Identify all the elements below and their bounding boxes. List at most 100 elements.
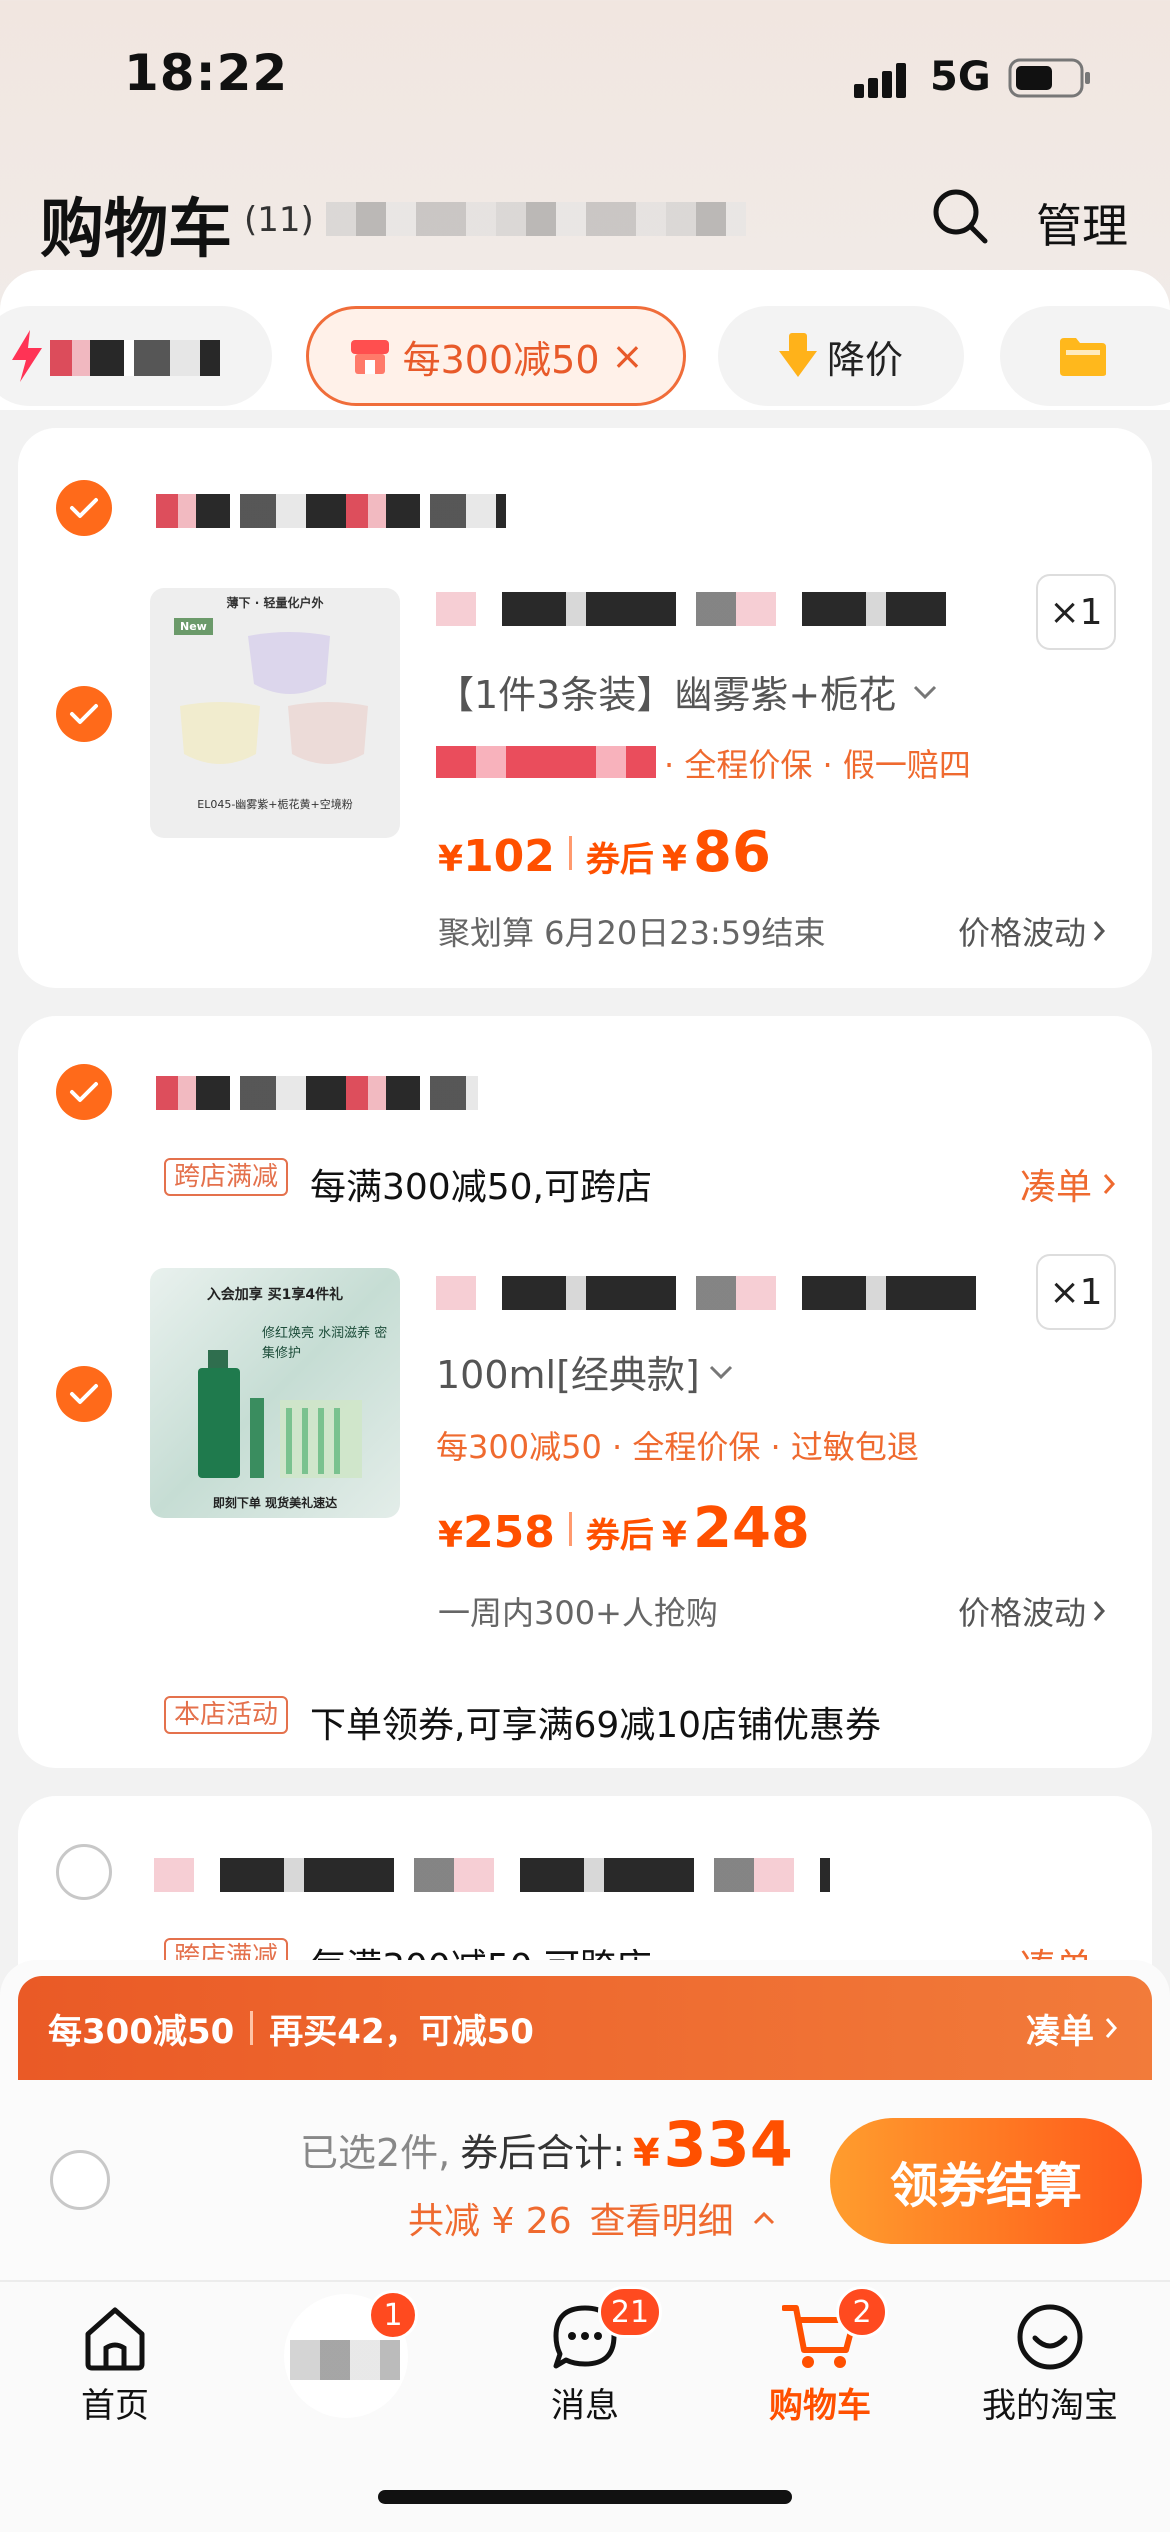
product-thumb-1[interactable]: 薄下 · 轻量化户外 New EL045-幽雾紫+栀花黄+空境粉 <box>150 588 400 838</box>
signal-icon <box>854 60 914 100</box>
store-checkbox-2[interactable] <box>56 1064 112 1120</box>
quantity-badge-1[interactable]: ×1 <box>1036 574 1116 650</box>
tab-recommend[interactable]: 1 <box>284 2290 418 2420</box>
tab-my-taobao-label: 我的淘宝 <box>982 2386 1118 2426</box>
tab-home-label: 首页 <box>81 2386 149 2426</box>
quantity-badge-2[interactable]: ×1 <box>1036 1254 1116 1330</box>
tab-home[interactable]: 首页 <box>60 2296 170 2426</box>
price-value: 258 <box>463 1507 555 1558</box>
promo-chip-close-icon[interactable]: × <box>612 334 644 378</box>
search-icon[interactable] <box>930 186 990 246</box>
product-title-redacted-2 <box>436 1276 982 1310</box>
promo-bar-action-label: 凑单 <box>1026 2011 1094 2052</box>
price-currency: ¥ <box>438 1515 464 1556</box>
battery-icon <box>1008 58 1092 98</box>
price-value: 102 <box>463 831 555 882</box>
selected-count: 已选2件, <box>300 2131 451 2175</box>
price-trend-link-2[interactable]: 价格波动 <box>958 1588 1106 1634</box>
filter-chip-folder[interactable] <box>1000 306 1170 406</box>
chevron-right-icon <box>1103 1174 1116 1194</box>
product-title-redacted-1 <box>436 592 946 626</box>
chevron-down-icon <box>914 685 937 699</box>
item-checkbox-2[interactable] <box>56 1366 112 1422</box>
store-name-redacted-2 <box>156 1076 478 1110</box>
discount-detail-link[interactable]: 共减 ¥ 26 查看明细 <box>408 2192 776 2244</box>
home-indicator <box>378 2490 792 2504</box>
product-image-1 <box>180 632 368 764</box>
store-name-redacted-3 <box>154 1858 830 1892</box>
coupon-price: 86 <box>692 820 771 885</box>
product-thumb-2[interactable]: 入会加享 买1享4件礼 修红焕亮 水润滋养 密集修护 即刻下单 现货美礼速达 <box>150 1268 400 1518</box>
chevron-right-icon <box>1105 2018 1118 2038</box>
total-amount: 334 <box>663 2108 793 2181</box>
view-detail-label: 查看明细 <box>589 2201 734 2242</box>
tab-my-taobao[interactable]: 我的淘宝 <box>970 2296 1130 2426</box>
variant-selector-2[interactable]: 100ml[经典款] <box>436 1344 734 1399</box>
checkmark-icon <box>70 498 98 518</box>
coupon-price: 248 <box>692 1496 810 1561</box>
tab-messages-badge: 21 <box>598 2286 662 2338</box>
add-on-label: 凑单 <box>1020 1167 1093 1208</box>
cart-card-2: 跨店满减 每满300减50,可跨店 凑单 入会加享 买1享4件礼 修红焕亮 水润… <box>18 1016 1152 1768</box>
thumb-caption-2: 即刻下单 现货美礼速达 <box>212 1496 338 1510</box>
manage-button[interactable]: 管理 <box>1036 190 1128 256</box>
network-label: 5G <box>930 54 991 100</box>
promo-text-2: 每满300减50,可跨店 <box>310 1167 652 1208</box>
filter-chip-promo[interactable]: 每300减50 × <box>306 306 686 406</box>
add-on-link-2[interactable]: 凑单 <box>1020 1158 1116 1210</box>
checkmark-icon <box>70 1384 98 1404</box>
tab-messages-label: 消息 <box>551 2386 619 2426</box>
status-time: 18:22 <box>124 44 289 102</box>
select-all-checkbox[interactable] <box>50 2150 110 2210</box>
smile-face-icon <box>1017 2304 1083 2370</box>
chevron-right-icon <box>1093 921 1106 941</box>
cart-count: (11) <box>244 200 314 240</box>
filter-chip-price-drop[interactable]: 降价 <box>718 306 964 406</box>
promo-bar-rule: 每300减50 <box>48 2011 235 2052</box>
arrow-down-icon <box>778 333 817 377</box>
checkout-button[interactable]: 领券结算 <box>830 2118 1142 2244</box>
store-checkbox-1[interactable] <box>56 480 112 536</box>
store-name-redacted <box>156 494 506 528</box>
store-activity-tag: 本店活动 <box>164 1696 289 1734</box>
thumb-top-text-2: 入会加享 买1享4件礼 <box>206 1287 344 1303</box>
home-icon <box>85 2307 145 2371</box>
promo-bar-action: 凑单 <box>1026 2004 1118 2053</box>
item-checkbox-1[interactable] <box>56 686 112 742</box>
variant-label-1: 【1件3条装】幽雾紫+栀花 <box>436 673 897 717</box>
folder-icon <box>1060 338 1106 376</box>
tab-cart-label: 购物车 <box>769 2386 871 2426</box>
price-row-2: ¥ 258 券后 ¥ 248 <box>438 1496 810 1561</box>
price-trend-link-1[interactable]: 价格波动 <box>958 908 1106 954</box>
promo-tag-redacted-1 <box>436 746 656 778</box>
promo-bar-divider <box>250 2011 254 2045</box>
tab-recommend-badge: 1 <box>368 2290 418 2340</box>
chevron-down-icon <box>709 1365 732 1379</box>
tab-cart[interactable]: 购物车 2 <box>760 2286 888 2426</box>
price-drop-label: 降价 <box>826 337 903 382</box>
discount-total: 共减 ¥ 26 <box>408 2201 572 2242</box>
store-checkbox-3[interactable] <box>56 1844 112 1900</box>
deal-note-1: 聚划算 6月20日23:59结束 <box>438 914 826 952</box>
checkmark-icon <box>70 1082 98 1102</box>
variant-selector-1[interactable]: 【1件3条装】幽雾紫+栀花 <box>436 664 938 719</box>
promo-tag-cross-store: 跨店满减 <box>164 1158 289 1196</box>
promo-progress-bar[interactable]: 每300减50 再买42，可减50 凑单 <box>18 1976 1152 2080</box>
price-divider <box>568 1511 572 1546</box>
thumb-top-text: 薄下 · 轻量化户外 <box>226 596 324 610</box>
checkmark-icon <box>70 704 98 724</box>
shop-icon <box>350 340 389 374</box>
promo-chip-label: 每300减50 <box>402 337 600 382</box>
lightning-icon <box>12 330 42 382</box>
promo-bar-progress: 再买42，可减50 <box>269 2011 534 2052</box>
variant-label-2: 100ml[经典款] <box>436 1353 700 1397</box>
service-tags-1: · 全程价保 · 假一赔四 <box>664 746 971 784</box>
checkout-summary: 已选2件, 券后合计: ¥ 334 <box>300 2108 793 2181</box>
total-currency: ¥ <box>633 2131 660 2175</box>
filter-chip-flash[interactable] <box>0 306 272 406</box>
flash-chip-redacted <box>50 340 220 376</box>
coupon-currency: ¥ <box>661 1515 687 1556</box>
tab-cart-badge: 2 <box>836 2286 888 2338</box>
coupon-label: 券后 <box>585 840 654 880</box>
tab-messages[interactable]: 消息 21 <box>530 2286 662 2426</box>
